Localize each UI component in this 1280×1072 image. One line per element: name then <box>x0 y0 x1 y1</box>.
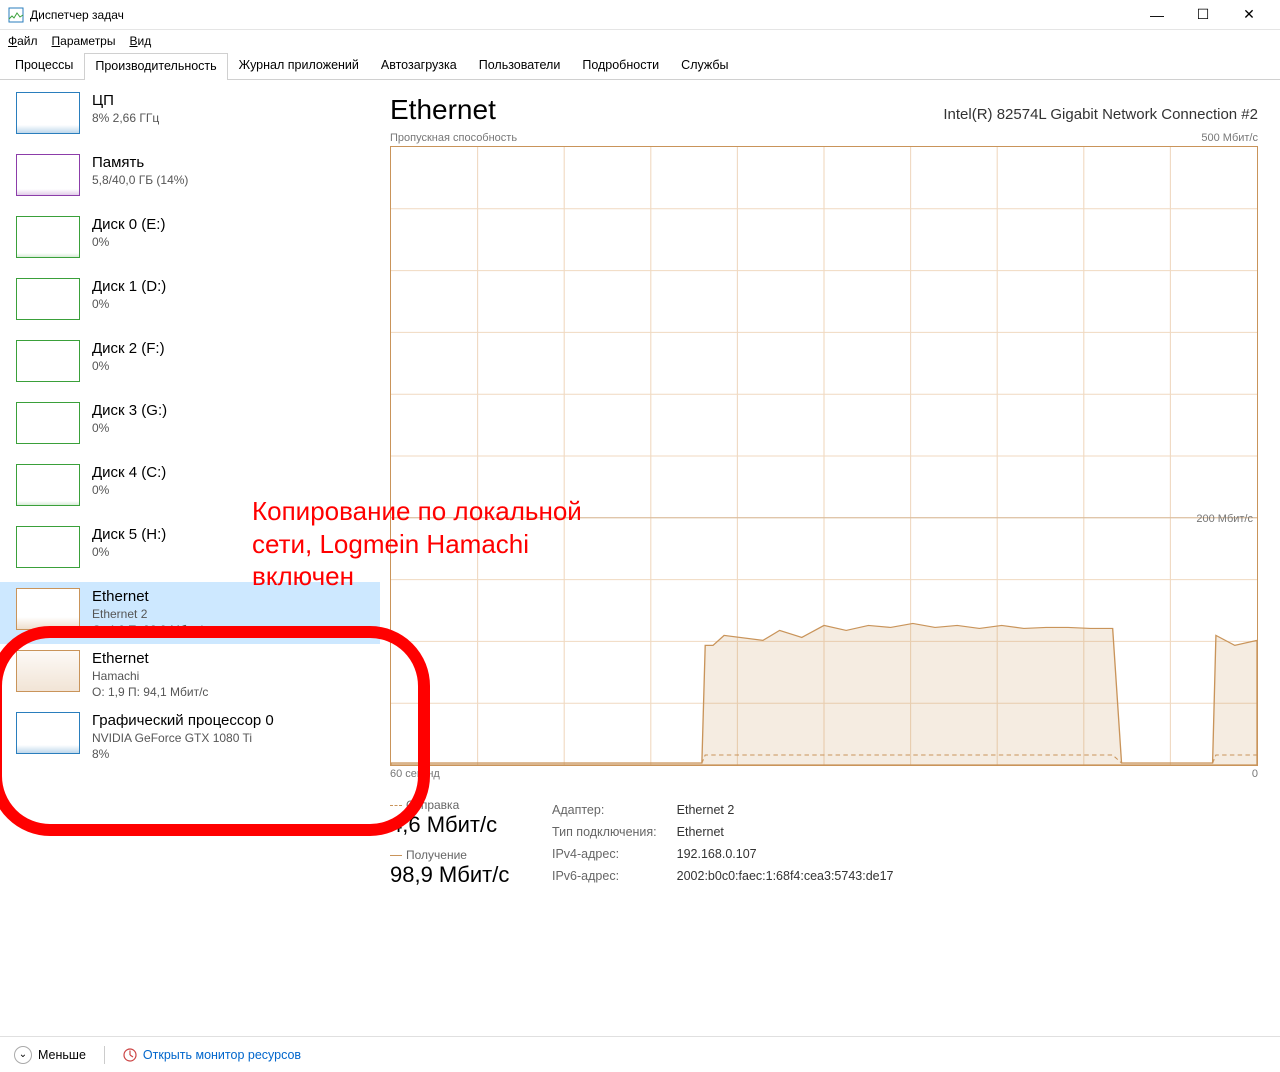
tab-services[interactable]: Службы <box>670 52 739 79</box>
chart-label-bottom-right: 0 <box>1252 768 1258 780</box>
adapter-value: Ethernet 2 <box>677 800 894 820</box>
sidebar-item-sub: 0% <box>92 297 166 311</box>
chart-label-bottom-left: 60 секунд <box>390 768 440 780</box>
sidebar-item-ethernet-hamachi[interactable]: Ethernet Hamachi О: 1,9 П: 94,1 Мбит/с <box>0 644 380 706</box>
disk-thumb-icon <box>16 278 80 320</box>
sidebar-item-sub: 0% <box>92 235 165 249</box>
sidebar-item-sub: 0% <box>92 545 166 559</box>
titlebar: Диспетчер задач — ☐ ✕ <box>0 0 1280 30</box>
main-panel: Ethernet Intel(R) 82574L Gigabit Network… <box>380 80 1280 1036</box>
disk-thumb-icon <box>16 340 80 382</box>
tab-processes[interactable]: Процессы <box>4 52 84 79</box>
sidebar-item-disk-3[interactable]: Диск 3 (G:) 0% <box>0 396 380 458</box>
minimize-button[interactable]: — <box>1134 0 1180 30</box>
tab-performance[interactable]: Производительность <box>84 53 227 80</box>
sidebar-item-sub2: 8% <box>92 747 274 761</box>
sidebar-item-memory[interactable]: Память 5,8/40,0 ГБ (14%) <box>0 148 380 210</box>
device-name: Intel(R) 82574L Gigabit Network Connecti… <box>943 106 1258 123</box>
gridline-label: 200 Мбит/с <box>1196 513 1253 525</box>
sidebar-item-title: Диск 0 (E:) <box>92 216 165 233</box>
ipv6-value: 2002:b0c0:faec:1:68f4:cea3:5743:de17 <box>677 866 894 886</box>
divider <box>104 1046 105 1064</box>
disk-thumb-icon <box>16 216 80 258</box>
conn-type-value: Ethernet <box>677 822 894 842</box>
sidebar-item-sub: NVIDIA GeForce GTX 1080 Ti <box>92 731 274 745</box>
sidebar-item-title: Диск 2 (F:) <box>92 340 165 357</box>
sidebar-item-sub: 0% <box>92 359 165 373</box>
sidebar-item-sub: Hamachi <box>92 669 208 683</box>
close-button[interactable]: ✕ <box>1226 0 1272 30</box>
sidebar-item-sub: 8% 2,66 ГГц <box>92 111 159 125</box>
sidebar: ЦП 8% 2,66 ГГц Память 5,8/40,0 ГБ (14%) … <box>0 80 380 1036</box>
sidebar-item-sub: 0% <box>92 483 166 497</box>
throughput-chart[interactable]: 200 Мбит/с <box>390 146 1258 766</box>
open-resource-monitor-link[interactable]: Открыть монитор ресурсов <box>123 1048 301 1062</box>
sidebar-item-disk-0[interactable]: Диск 0 (E:) 0% <box>0 210 380 272</box>
window-title: Диспетчер задач <box>30 8 1134 22</box>
sidebar-item-disk-2[interactable]: Диск 2 (F:) 0% <box>0 334 380 396</box>
sidebar-item-title: Диск 3 (G:) <box>92 402 167 419</box>
send-label: Отправка <box>390 798 520 812</box>
cpu-thumb-icon <box>16 92 80 134</box>
sidebar-item-disk-5[interactable]: Диск 5 (H:) 0% <box>0 520 380 582</box>
sidebar-item-cpu[interactable]: ЦП 8% 2,66 ГГц <box>0 86 380 148</box>
sidebar-item-sub2: О: 4,6 П: 98,9 Мбит/с <box>92 623 208 637</box>
menu-file[interactable]: Файл <box>8 34 38 48</box>
sidebar-item-title: Ethernet <box>92 650 208 667</box>
sidebar-item-title: Диск 1 (D:) <box>92 278 166 295</box>
sidebar-item-title: Ethernet <box>92 588 208 605</box>
memory-thumb-icon <box>16 154 80 196</box>
disk-thumb-icon <box>16 526 80 568</box>
sidebar-item-title: ЦП <box>92 92 159 109</box>
sidebar-item-title: Диск 4 (C:) <box>92 464 166 481</box>
tab-users[interactable]: Пользователи <box>468 52 572 79</box>
ipv6-label: IPv6-адрес: <box>552 866 675 886</box>
tab-startup[interactable]: Автозагрузка <box>370 52 468 79</box>
disk-thumb-icon <box>16 464 80 506</box>
ipv4-label: IPv4-адрес: <box>552 844 675 864</box>
chevron-down-icon: ⌄ <box>14 1046 32 1064</box>
sidebar-item-title: Память <box>92 154 188 171</box>
adapter-info-table: Адаптер:Ethernet 2 Тип подключения:Ether… <box>550 798 896 888</box>
gpu-thumb-icon <box>16 712 80 754</box>
chart-label-top-left: Пропускная способность <box>390 132 517 144</box>
recv-value: 98,9 Мбит/с <box>390 862 520 888</box>
send-value: 4,6 Мбит/с <box>390 812 520 838</box>
resource-monitor-icon <box>123 1048 137 1062</box>
sidebar-item-gpu-0[interactable]: Графический процессор 0 NVIDIA GeForce G… <box>0 706 380 768</box>
tab-app-history[interactable]: Журнал приложений <box>228 52 370 79</box>
sidebar-item-ethernet-2[interactable]: Ethernet Ethernet 2 О: 4,6 П: 98,9 Мбит/… <box>0 582 380 644</box>
chart-label-top-right: 500 Мбит/с <box>1201 132 1258 144</box>
sidebar-item-sub: Ethernet 2 <box>92 607 208 621</box>
menu-params[interactable]: Параметры <box>52 34 116 48</box>
recv-label: Получение <box>390 848 520 862</box>
network-thumb-icon <box>16 588 80 630</box>
sidebar-item-sub: 5,8/40,0 ГБ (14%) <box>92 173 188 187</box>
disk-thumb-icon <box>16 402 80 444</box>
menu-view[interactable]: Вид <box>129 34 151 48</box>
sidebar-item-sub2: О: 1,9 П: 94,1 Мбит/с <box>92 685 208 699</box>
tabbar: Процессы Производительность Журнал прило… <box>0 52 1280 80</box>
sidebar-item-title: Диск 5 (H:) <box>92 526 166 543</box>
tab-details[interactable]: Подробности <box>571 52 670 79</box>
app-icon <box>8 7 24 23</box>
page-title: Ethernet <box>390 94 496 126</box>
fewer-details-button[interactable]: ⌄ Меньше <box>14 1046 86 1064</box>
sidebar-item-disk-4[interactable]: Диск 4 (C:) 0% <box>0 458 380 520</box>
adapter-label: Адаптер: <box>552 800 675 820</box>
sidebar-item-disk-1[interactable]: Диск 1 (D:) 0% <box>0 272 380 334</box>
maximize-button[interactable]: ☐ <box>1180 0 1226 30</box>
ipv4-value: 192.168.0.107 <box>677 844 894 864</box>
footer: ⌄ Меньше Открыть монитор ресурсов <box>0 1036 1280 1072</box>
menubar: Файл Параметры Вид <box>0 30 1280 52</box>
conn-type-label: Тип подключения: <box>552 822 675 842</box>
sidebar-item-sub: 0% <box>92 421 167 435</box>
sidebar-item-title: Графический процессор 0 <box>92 712 274 729</box>
network-thumb-icon <box>16 650 80 692</box>
